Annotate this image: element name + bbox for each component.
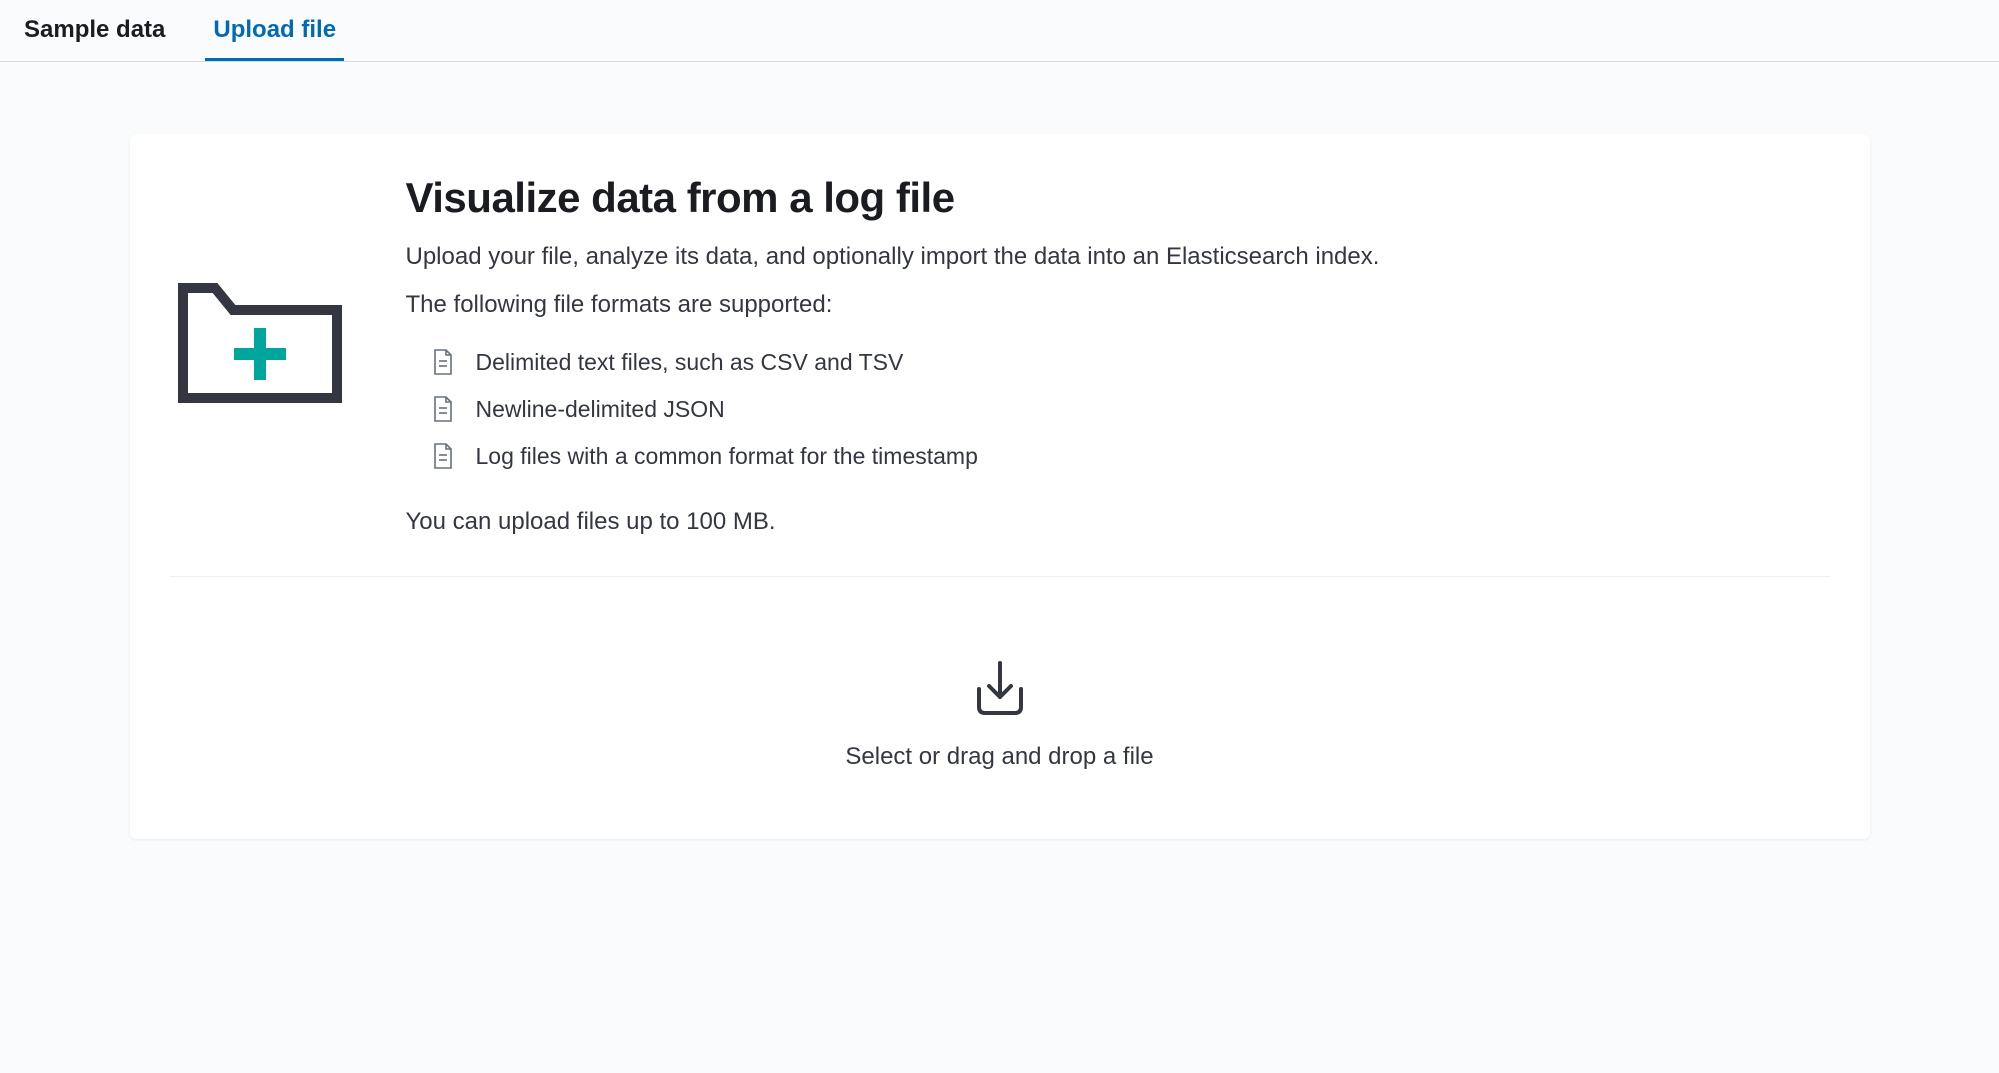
format-text: Newline-delimited JSON (476, 396, 725, 423)
file-dropzone[interactable]: Select or drag and drop a file (170, 635, 1830, 791)
document-icon (432, 349, 454, 375)
list-item: Delimited text files, such as CSV and TS… (432, 339, 1830, 386)
import-icon (967, 655, 1033, 721)
intro-section: Visualize data from a log file Upload yo… (170, 174, 1830, 577)
upload-panel: Visualize data from a log file Upload yo… (130, 134, 1870, 839)
format-list: Delimited text files, such as CSV and TS… (406, 339, 1830, 480)
list-item: Newline-delimited JSON (432, 386, 1830, 433)
intro-text: Visualize data from a log file Upload yo… (406, 174, 1830, 536)
document-icon (432, 396, 454, 422)
add-folder-icon (170, 268, 350, 418)
list-item: Log files with a common format for the t… (432, 433, 1830, 480)
tab-bar: Sample data Upload file (0, 0, 1999, 62)
page-title: Visualize data from a log file (406, 174, 1830, 222)
subtitle: Upload your file, analyze its data, and … (406, 240, 1830, 275)
format-text: Delimited text files, such as CSV and TS… (476, 349, 904, 376)
tab-sample-data[interactable]: Sample data (16, 0, 173, 61)
formats-label: The following file formats are supported… (406, 291, 1830, 319)
format-text: Log files with a common format for the t… (476, 443, 978, 470)
document-icon (432, 443, 454, 469)
tab-upload-file[interactable]: Upload file (205, 0, 344, 61)
dropzone-label: Select or drag and drop a file (190, 743, 1810, 771)
upload-limit: You can upload files up to 100 MB. (406, 508, 1830, 536)
